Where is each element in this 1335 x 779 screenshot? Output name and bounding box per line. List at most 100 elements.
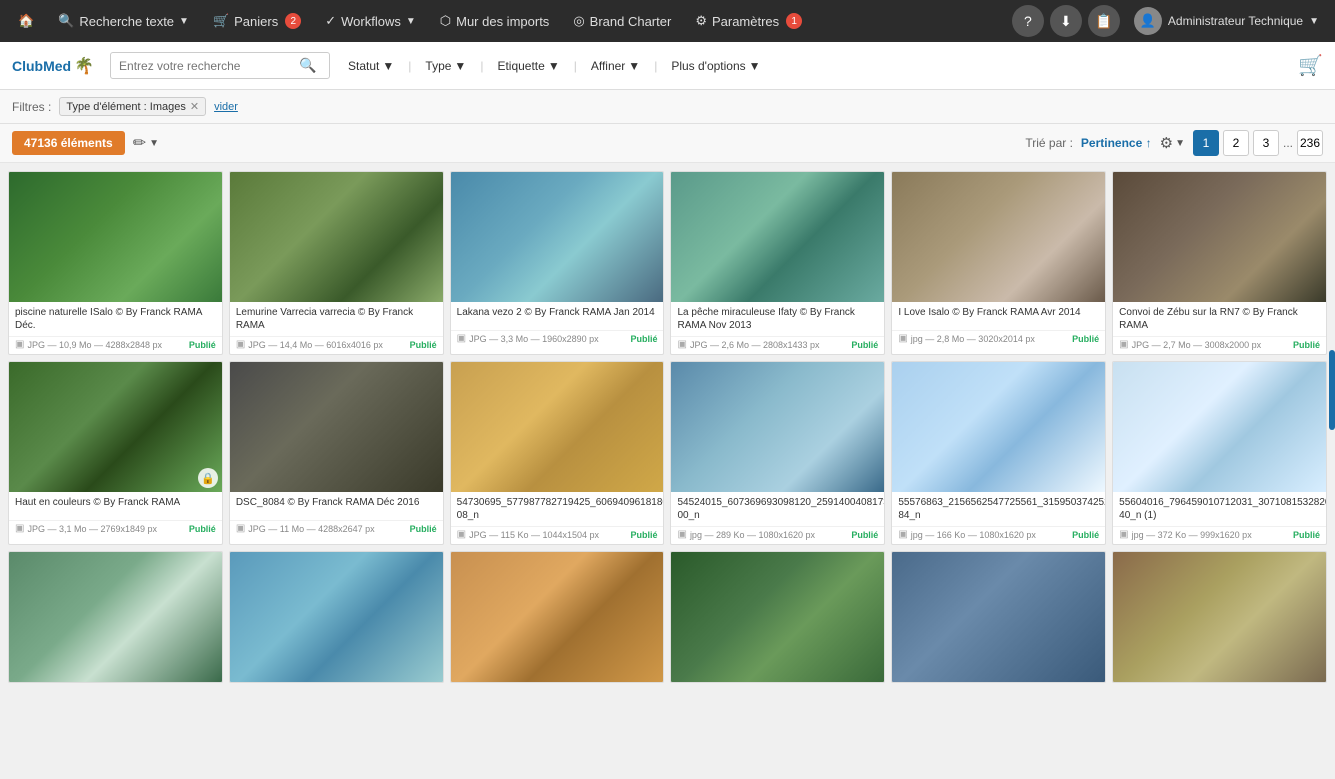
file-type-icon: ▣: [457, 333, 466, 344]
grid-item[interactable]: DSC_8084 © By Franck RAMA Déc 2016▣JPG —…: [229, 361, 444, 545]
affiner-dropdown-icon: ▼: [628, 59, 640, 73]
search-input[interactable]: [119, 59, 299, 73]
main-cart-button[interactable]: 🛒: [1298, 53, 1323, 78]
grid-item[interactable]: [670, 551, 885, 683]
type-filter-button[interactable]: Type ▼: [415, 55, 476, 77]
status-badge: Publié: [410, 524, 437, 534]
vider-link[interactable]: vider: [214, 101, 238, 113]
mur-icon: ⬡: [440, 13, 451, 29]
grid-item[interactable]: 55576863_2156562547725561_31595037425296…: [891, 361, 1106, 545]
image-thumbnail: [892, 552, 1105, 682]
grid-item[interactable]: [450, 551, 665, 683]
settings-button[interactable]: ⚙ ▼: [1160, 134, 1185, 152]
image-thumbnail: [892, 172, 1105, 302]
status-badge: Publié: [851, 530, 878, 540]
image-thumbnail: [451, 362, 664, 492]
grid-item[interactable]: Lemurine Varrecia varrecia © By Franck R…: [229, 171, 444, 355]
type-dropdown-icon: ▼: [454, 59, 466, 73]
plus-options-button[interactable]: Plus d'options ▼: [661, 55, 770, 77]
workflows-nav-item[interactable]: ✓ Workflows ▼: [315, 8, 426, 34]
image-meta: ▣JPG — 3,1 Mo — 2769x1849 pxPublié: [9, 520, 222, 538]
grid-item[interactable]: 🔒 Haut en couleurs © By Franck RAMA▣JPG —…: [8, 361, 223, 545]
image-meta: ▣JPG — 2,7 Mo — 3008x2000 pxPublié: [1113, 336, 1326, 354]
filters-label: Filtres :: [12, 100, 51, 114]
statut-filter-button[interactable]: Statut ▼: [338, 55, 404, 77]
image-caption: I Love Isalo © By Franck RAMA Avr 2014: [892, 302, 1105, 330]
image-caption: Lemurine Varrecia varrecia © By Franck R…: [230, 302, 443, 336]
count-button[interactable]: 47136 éléments: [12, 131, 125, 155]
question-button[interactable]: ?: [1012, 5, 1044, 37]
page-3-button[interactable]: 3: [1253, 130, 1279, 156]
filter-bar: Statut ▼ | Type ▼ | Etiquette ▼ | Affine…: [338, 55, 1290, 77]
params-nav-item[interactable]: ⚙ Paramètres 1: [685, 8, 812, 34]
image-meta-text: jpg — 166 Ko — 1080x1620 px: [911, 530, 1036, 540]
mur-nav-item[interactable]: ⬡ Mur des imports: [430, 8, 560, 34]
clipboard-button[interactable]: 📋: [1088, 5, 1120, 37]
grid-item[interactable]: 54524015_607369693098120_259140040817377…: [670, 361, 885, 545]
grid-item[interactable]: Lakana vezo 2 © By Franck RAMA Jan 2014▣…: [450, 171, 665, 355]
sort-section: Trié par : Pertinence ↑ ⚙ ▼ 1 2 3 ... 23…: [1025, 130, 1323, 156]
lock-icon: 🔒: [198, 468, 218, 488]
active-filter-tag: Type d'élément : Images ✕: [59, 97, 206, 116]
image-meta: ▣jpg — 2,8 Mo — 3020x2014 pxPublié: [892, 330, 1105, 348]
page-1-button[interactable]: 1: [1193, 130, 1219, 156]
edit-button[interactable]: ✏ ▼: [133, 133, 159, 153]
edit-dropdown-icon: ▼: [149, 138, 159, 149]
status-badge: Publié: [1293, 340, 1320, 350]
brand-nav-item[interactable]: ◎ Brand Charter: [563, 8, 681, 34]
download-button[interactable]: ⬇: [1050, 5, 1082, 37]
remove-filter-button[interactable]: ✕: [190, 100, 199, 113]
file-type-icon: ▣: [15, 339, 24, 350]
image-thumbnail: [671, 362, 884, 492]
file-type-icon: ▣: [236, 339, 245, 350]
file-type-icon: ▣: [677, 529, 686, 540]
etiquette-filter-button[interactable]: Etiquette ▼: [487, 55, 569, 77]
status-badge: Publié: [1072, 530, 1099, 540]
image-meta-text: JPG — 2,6 Mo — 2808x1433 px: [690, 340, 820, 350]
paniers-nav-item[interactable]: 🛒 Paniers 2: [203, 8, 311, 34]
cart-nav-icon: 🛒: [213, 13, 229, 29]
image-thumbnail: [451, 172, 664, 302]
grid-item[interactable]: La pêche miraculeuse Ifaty © By Franck R…: [670, 171, 885, 355]
scroll-indicator[interactable]: [1329, 350, 1335, 430]
grid-item[interactable]: 55604016_796459010712031_307108153282002…: [1112, 361, 1327, 545]
sort-value-button[interactable]: Pertinence ↑: [1081, 136, 1152, 150]
grid-item[interactable]: I Love Isalo © By Franck RAMA Avr 2014▣j…: [891, 171, 1106, 355]
settings-dropdown-icon: ▼: [1175, 138, 1185, 149]
image-thumbnail: [671, 552, 884, 682]
file-type-icon: ▣: [1119, 529, 1128, 540]
user-menu-button[interactable]: 👤 Administrateur Technique ▼: [1126, 3, 1327, 39]
grid-item[interactable]: Convoi de Zébu sur la RN7 © By Franck RA…: [1112, 171, 1327, 355]
pencil-icon: ✏: [133, 133, 146, 153]
statut-dropdown-icon: ▼: [382, 59, 394, 73]
home-button[interactable]: 🏠: [8, 8, 44, 34]
grid-item[interactable]: 54730695_577987782719425_606940961818070…: [450, 361, 665, 545]
file-type-icon: ▣: [677, 339, 686, 350]
avatar: 👤: [1134, 7, 1162, 35]
grid-item[interactable]: [229, 551, 444, 683]
search-bar: ClubMed 🌴 🔍 Statut ▼ | Type ▼ | Etiquett…: [0, 42, 1335, 90]
page-last-button[interactable]: 236: [1297, 130, 1323, 156]
grid-item[interactable]: [8, 551, 223, 683]
home-icon: 🏠: [18, 13, 34, 29]
search-nav-item[interactable]: 🔍 Recherche texte ▼: [48, 8, 199, 34]
grid-item[interactable]: [1112, 551, 1327, 683]
settings-gear-icon: ⚙: [1160, 134, 1173, 152]
image-thumbnail: 🔒: [9, 362, 222, 492]
file-type-icon: ▣: [236, 523, 245, 534]
image-thumbnail: [230, 172, 443, 302]
page-2-button[interactable]: 2: [1223, 130, 1249, 156]
brand-icon: ◎: [573, 13, 584, 29]
status-badge: Publié: [189, 340, 216, 350]
file-type-icon: ▣: [1119, 339, 1128, 350]
image-caption: Haut en couleurs © By Franck RAMA: [9, 492, 222, 520]
affiner-filter-button[interactable]: Affiner ▼: [581, 55, 650, 77]
image-thumbnail: [1113, 362, 1326, 492]
grid-item[interactable]: [891, 551, 1106, 683]
search-submit-button[interactable]: 🔍: [299, 57, 316, 74]
logo: ClubMed 🌴: [12, 56, 94, 76]
plus-dropdown-icon: ▼: [749, 59, 761, 73]
search-nav-icon: 🔍: [58, 13, 74, 29]
grid-item[interactable]: piscine naturelle ISalo © By Franck RAMA…: [8, 171, 223, 355]
image-meta: ▣jpg — 372 Ko — 999x1620 pxPublié: [1113, 526, 1326, 544]
